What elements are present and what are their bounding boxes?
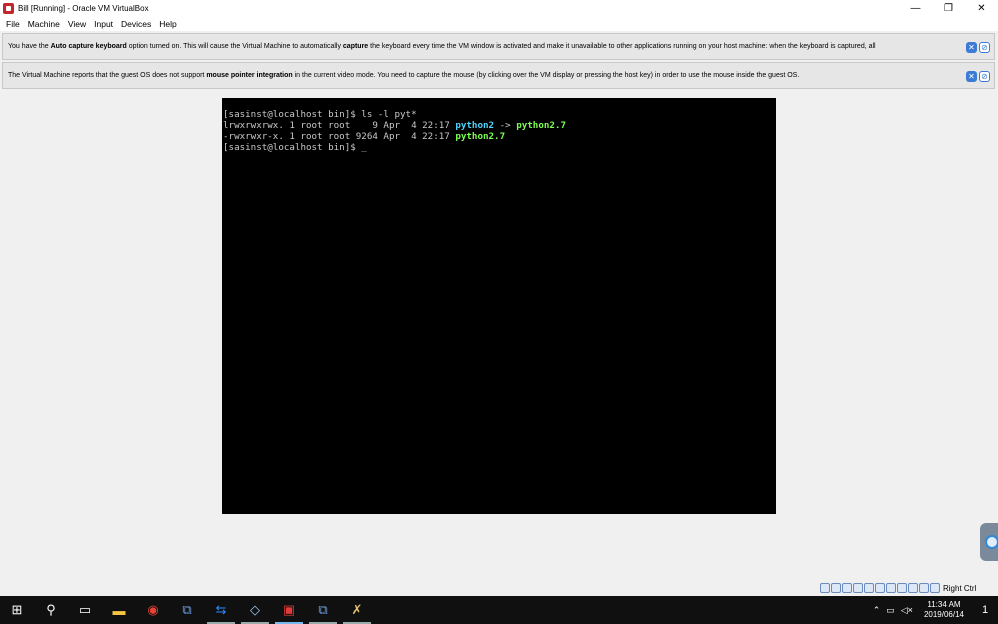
teamviewer-icon[interactable]: ⇆	[204, 596, 238, 624]
cpu-icon[interactable]	[908, 583, 918, 593]
notice-text: You have the Auto capture keyboard optio…	[8, 43, 876, 50]
hard-disk-icon[interactable]	[820, 583, 830, 593]
minimize-button[interactable]: —	[899, 0, 932, 16]
notice-text: The Virtual Machine reports that the gue…	[8, 72, 800, 79]
menu-file[interactable]: File	[2, 19, 24, 29]
system-tray: ⌃ ▭ ◁× 11:34 AM 2019/06/14 1	[870, 596, 998, 624]
vm-display[interactable]: [sasinst@localhost bin]$ ls -l pyt* lrwxr…	[222, 98, 776, 514]
display-icon[interactable]	[886, 583, 896, 593]
cube-app-icon[interactable]: ◇	[238, 596, 272, 624]
windows-taskbar: ⊞ ⚲ ▭ ▬ ◉ ⧉ ⇆ ◇ ▣ ⧉ ✗ ⌃ ▭ ◁× 11:34 AM 20…	[0, 596, 998, 624]
network-app-icon[interactable]: ⧉	[170, 596, 204, 624]
menu-bar: File Machine View Input Devices Help	[0, 16, 998, 31]
restore-button[interactable]: ❐	[932, 0, 965, 16]
terminal-line: [sasinst@localhost bin]$ ls -l pyt*	[223, 109, 417, 120]
menu-devices[interactable]: Devices	[117, 19, 155, 29]
keyboard-capture-icon[interactable]	[930, 583, 940, 593]
network-app-icon-2[interactable]: ⧉	[306, 596, 340, 624]
shared-folders-icon[interactable]	[875, 583, 885, 593]
virtualbox-icon[interactable]: ▣	[272, 596, 306, 624]
menu-view[interactable]: View	[64, 19, 90, 29]
terminal-prompt: [sasinst@localhost bin]$ _	[223, 142, 367, 153]
mouse-integration-notice: The Virtual Machine reports that the gue…	[2, 62, 995, 89]
mouse-integration-icon[interactable]	[919, 583, 929, 593]
keyboard-capture-notice: You have the Auto capture keyboard optio…	[2, 33, 995, 60]
audio-icon[interactable]	[842, 583, 852, 593]
title-bar: Bill [Running] - Oracle VM VirtualBox — …	[0, 0, 998, 16]
virtualbox-app-icon	[3, 2, 14, 14]
clock-time: 11:34 AM	[927, 600, 961, 609]
vm-status-bar: Right Ctrl	[0, 582, 998, 596]
close-notice-icon[interactable]: ✕	[966, 42, 977, 53]
menu-help[interactable]: Help	[155, 19, 180, 29]
search-icon[interactable]: ⚲	[34, 596, 68, 624]
clock[interactable]: 11:34 AM 2019/06/14	[916, 600, 972, 620]
usb-icon[interactable]	[864, 583, 874, 593]
optical-drive-icon[interactable]	[831, 583, 841, 593]
menu-machine[interactable]: Machine	[24, 19, 64, 29]
close-button[interactable]: ✕	[965, 0, 998, 16]
action-center-icon[interactable]: 1	[972, 596, 998, 624]
tool-app-icon[interactable]: ✗	[340, 596, 374, 624]
file-explorer-icon[interactable]: ▬	[102, 596, 136, 624]
windows-start-icon[interactable]: ⊞	[0, 596, 34, 624]
volume-icon[interactable]: ◁×	[898, 605, 916, 616]
clock-date: 2019/06/14	[923, 610, 964, 619]
network-status-icon[interactable]: ▭	[883, 605, 898, 616]
recording-icon[interactable]	[897, 583, 907, 593]
do-not-show-again-icon[interactable]: ⊘	[979, 42, 990, 53]
terminal-line: -rwxrwxr-x. 1 root root 9264 Apr 4 22:17…	[223, 131, 506, 142]
terminal-line: lrwxrwxrwx. 1 root root 9 Apr 4 22:17 py…	[223, 120, 566, 131]
window-title: Bill [Running] - Oracle VM VirtualBox	[18, 3, 149, 13]
chrome-icon[interactable]: ◉	[136, 596, 170, 624]
menu-input[interactable]: Input	[90, 19, 117, 29]
mini-toolbar-handle[interactable]	[980, 523, 998, 561]
network-icon[interactable]	[853, 583, 863, 593]
window-controls: — ❐ ✕	[899, 0, 998, 16]
close-notice-icon[interactable]: ✕	[966, 71, 977, 82]
host-key-label: Right Ctrl	[943, 583, 977, 593]
do-not-show-again-icon[interactable]: ⊘	[979, 71, 990, 82]
task-view-icon[interactable]: ▭	[68, 596, 102, 624]
chevron-up-icon[interactable]: ⌃	[870, 605, 884, 616]
